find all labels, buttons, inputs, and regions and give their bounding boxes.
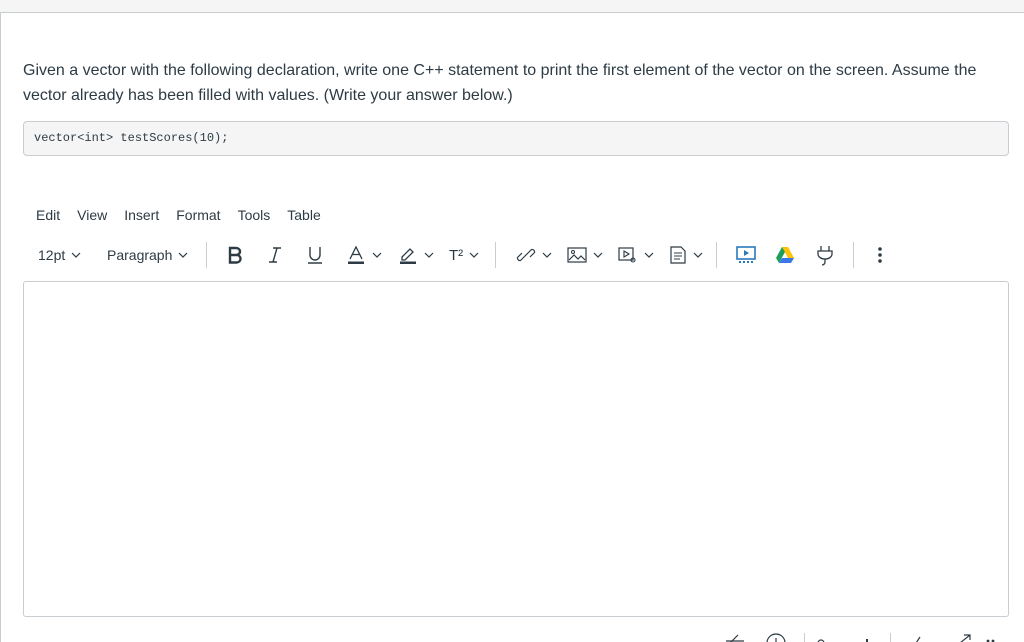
status-bar-icons (726, 633, 995, 642)
bold-button[interactable] (226, 240, 244, 270)
plugin-button[interactable] (815, 240, 835, 270)
chevron-down-icon (693, 252, 703, 258)
chevron-down-icon (593, 252, 603, 258)
code-snippet: vector<int> testScores(10); (23, 121, 1009, 156)
menu-insert[interactable]: Insert (115, 204, 167, 226)
underline-button[interactable] (306, 240, 324, 270)
menu-edit[interactable]: Edit (27, 204, 68, 226)
plugin-icon (817, 246, 833, 266)
chevron-down-icon (71, 252, 81, 258)
font-size-value: 12pt (38, 247, 66, 263)
underline-icon (308, 247, 322, 264)
editor-status-bar (720, 630, 1010, 642)
apps-button[interactable] (735, 240, 757, 270)
chevron-down-icon (372, 252, 382, 258)
apps-icon (736, 246, 756, 263)
link-icon (516, 248, 536, 262)
block-format-value: Paragraph (107, 247, 173, 263)
text-color-icon (348, 245, 364, 264)
toolbar-separator (495, 242, 496, 268)
italic-button[interactable] (267, 240, 283, 270)
chevron-down-icon (542, 252, 552, 258)
editor-toolbar: 12pt Paragraph T² (25, 240, 905, 270)
menu-table[interactable]: Table (278, 204, 328, 226)
top-band (0, 0, 1024, 13)
google-drive-button[interactable] (775, 240, 795, 270)
block-format-select[interactable]: Paragraph (107, 240, 188, 270)
menu-view[interactable]: View (68, 204, 115, 226)
superscript-icon: T² (449, 246, 464, 264)
highlight-color-icon (400, 248, 416, 264)
menu-tools[interactable]: Tools (229, 204, 279, 226)
left-border (0, 13, 1, 642)
superscript-button[interactable]: T² (449, 240, 479, 270)
toolbar-separator (206, 242, 207, 268)
bold-icon (228, 246, 242, 264)
google-drive-icon (776, 247, 794, 263)
chevron-down-icon (469, 252, 479, 258)
chevron-down-icon (424, 252, 434, 258)
highlight-color-button[interactable] (398, 240, 434, 270)
text-color-button[interactable] (346, 240, 382, 270)
editor-menubar: Edit View Insert Format Tools Table (27, 204, 329, 226)
rich-text-editor-area[interactable] (23, 281, 1009, 617)
image-button[interactable] (567, 240, 603, 270)
font-size-select[interactable]: 12pt (38, 240, 81, 270)
media-icon (618, 247, 636, 263)
italic-icon (269, 247, 281, 263)
image-icon (567, 247, 587, 263)
chevron-down-icon (644, 252, 654, 258)
toolbar-separator (853, 242, 854, 268)
document-icon (670, 246, 686, 264)
media-button[interactable] (618, 240, 654, 270)
document-button[interactable] (669, 240, 703, 270)
more-button[interactable] (877, 240, 883, 270)
toolbar-separator (716, 242, 717, 268)
link-button[interactable] (516, 240, 552, 270)
chevron-down-icon (178, 252, 188, 258)
question-text: Given a vector with the following declar… (23, 62, 977, 104)
more-icon (878, 247, 882, 263)
menu-format[interactable]: Format (167, 204, 228, 226)
